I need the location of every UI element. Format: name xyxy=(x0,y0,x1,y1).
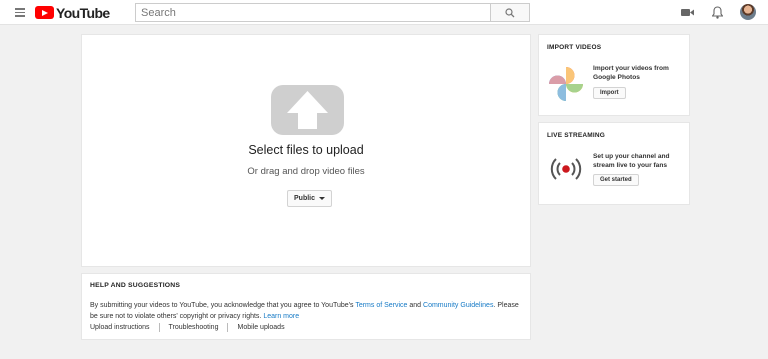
upload-arrow-icon[interactable] xyxy=(271,85,344,135)
help-card: HELP AND SUGGESTIONS By submitting your … xyxy=(81,273,531,340)
google-photos-icon xyxy=(549,67,583,101)
header-actions xyxy=(680,4,756,20)
mobile-uploads-link[interactable]: Mobile uploads xyxy=(237,324,284,331)
youtube-logo[interactable]: YouTube xyxy=(35,4,110,21)
terms-of-service-link[interactable]: Terms of Service xyxy=(355,302,407,309)
learn-more-link[interactable]: Learn more xyxy=(263,313,299,320)
live-broadcast-icon xyxy=(550,158,582,180)
live-streaming-desc: Set up your channel and stream live to y… xyxy=(593,153,670,169)
youtube-play-icon xyxy=(35,6,54,19)
privacy-value: Public xyxy=(294,195,316,202)
help-text-part1: By submitting your videos to YouTube, yo… xyxy=(90,302,356,309)
drag-drop-hint: Or drag and drop video files xyxy=(247,166,365,177)
live-streaming-title: LIVE STREAMING xyxy=(547,132,606,139)
upload-card: Select files to upload Or drag and drop … xyxy=(81,34,531,267)
divider xyxy=(158,323,160,332)
top-bar: YouTube xyxy=(0,0,768,25)
bell-icon[interactable] xyxy=(710,5,724,19)
import-button[interactable]: Import xyxy=(593,87,626,99)
import-videos-card: IMPORT VIDEOS Import your videos from Go… xyxy=(538,34,690,116)
community-guidelines-link[interactable]: Community Guidelines xyxy=(423,302,493,309)
chevron-down-icon xyxy=(319,197,326,200)
search-icon xyxy=(505,7,515,17)
troubleshooting-link[interactable]: Troubleshooting xyxy=(169,324,219,331)
logo-text: YouTube xyxy=(56,4,110,21)
import-videos-desc: Import your videos from Google Photos xyxy=(593,65,669,81)
hamburger-menu-icon[interactable] xyxy=(15,8,25,17)
help-text: By submitting your videos to YouTube, yo… xyxy=(90,300,522,322)
help-title: HELP AND SUGGESTIONS xyxy=(90,282,181,289)
divider xyxy=(227,323,229,332)
help-text-and: and xyxy=(407,302,424,309)
search-input[interactable] xyxy=(135,3,490,22)
search-bar xyxy=(135,3,530,22)
upload-instructions-link[interactable]: Upload instructions xyxy=(90,324,150,331)
avatar[interactable] xyxy=(740,4,756,20)
get-started-button[interactable]: Get started xyxy=(593,174,639,186)
video-camera-icon[interactable] xyxy=(680,5,694,19)
search-button[interactable] xyxy=(490,3,530,22)
live-streaming-card: LIVE STREAMING Set up your channel and s… xyxy=(538,122,690,205)
select-files-label[interactable]: Select files to upload xyxy=(82,143,530,157)
privacy-dropdown[interactable]: Public xyxy=(287,190,333,207)
help-links: Upload instructions Troubleshooting Mobi… xyxy=(90,323,285,332)
import-videos-title: IMPORT VIDEOS xyxy=(547,44,602,51)
